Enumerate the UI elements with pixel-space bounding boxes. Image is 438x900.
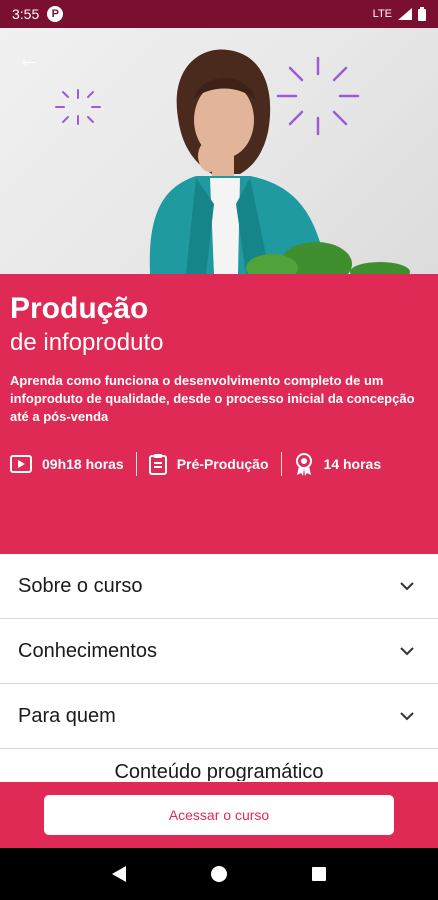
back-arrow-icon[interactable]: ←	[18, 46, 40, 72]
chevron-down-icon	[400, 646, 414, 655]
chevron-down-icon	[400, 711, 414, 720]
meta-stage-label: Pré-Produção	[176, 456, 269, 472]
recents-icon[interactable]	[311, 866, 327, 882]
app-notification-icon: P	[47, 6, 64, 22]
meta-divider	[135, 452, 137, 476]
section-about-label: Sobre o curso	[18, 574, 143, 597]
course-description: Aprenda como funciona o desenvolvimento …	[10, 373, 415, 424]
meta-certificate-label: 14 horas	[323, 456, 382, 472]
section-syllabus-label: Conteúdo programático	[114, 761, 324, 781]
access-course-button[interactable]: Acessar o curso	[44, 795, 394, 835]
clipboard-icon	[148, 454, 167, 475]
hero-image: ←	[0, 28, 438, 274]
cta-bar: Acessar o curso	[0, 782, 438, 848]
status-indicators: LTE	[373, 7, 426, 21]
course-sections: Sobre o curso Conhecimentos Para quem Co…	[0, 554, 438, 781]
video-icon	[10, 455, 32, 473]
course-meta: 09h18 horas Pré-Produção 14 horas	[10, 452, 428, 476]
back-icon[interactable]	[111, 865, 127, 883]
meta-stage: Pré-Produção	[148, 453, 269, 475]
signal-icon	[398, 8, 412, 20]
system-nav-bar	[0, 848, 438, 900]
battery-icon	[418, 7, 426, 21]
certificate-icon	[295, 453, 312, 476]
chevron-down-icon	[400, 581, 414, 590]
sparkle-icon	[55, 89, 101, 125]
meta-duration-label: 09h18 horas	[42, 456, 124, 472]
meta-duration: 09h18 horas	[10, 455, 124, 473]
network-type: LTE	[372, 8, 392, 20]
section-audience-label: Para quem	[18, 704, 116, 727]
section-about[interactable]: Sobre o curso	[0, 554, 438, 619]
course-subtitle: de infoproduto	[10, 329, 164, 356]
status-bar: 3:55 P LTE	[0, 0, 438, 28]
section-audience[interactable]: Para quem	[0, 684, 438, 749]
meta-divider	[280, 452, 282, 476]
course-title: Produção	[10, 292, 149, 325]
section-knowledge-label: Conhecimentos	[18, 639, 157, 662]
status-time: 3:55	[12, 6, 40, 22]
section-knowledge[interactable]: Conhecimentos	[0, 619, 438, 684]
section-syllabus[interactable]: Conteúdo programático	[0, 749, 438, 781]
sparkle-large-icon	[276, 56, 360, 136]
instructor-photo	[55, 49, 410, 274]
meta-certificate: 14 horas	[294, 452, 382, 476]
course-info-panel: Produção de infoproduto Aprenda como fun…	[0, 274, 438, 554]
home-icon[interactable]	[210, 865, 228, 883]
